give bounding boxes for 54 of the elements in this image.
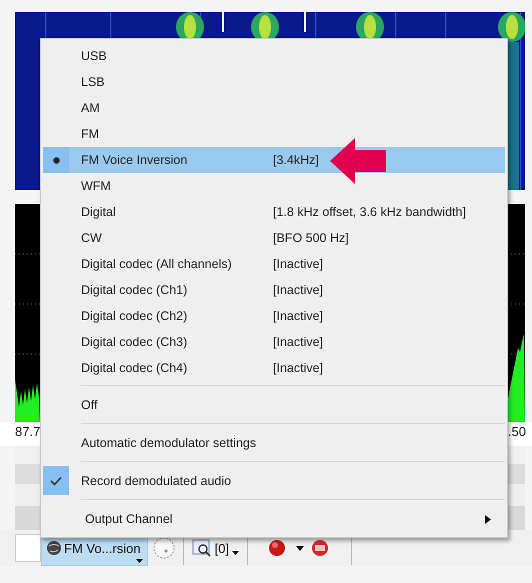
menu-item-label: Digital codec (Ch1) [81,283,188,297]
menu-item-label: WFM [81,179,112,193]
menu-item[interactable]: AM [43,95,505,121]
menu-item[interactable]: Digital codec (Ch1) [Inactive] [43,277,505,303]
menu-item[interactable]: Digital codec (All channels) [Inactive] [43,251,505,277]
menu-item[interactable]: Digital codec (Ch4) [Inactive] [43,355,505,381]
menu-item-label: Digital codec (Ch4) [81,361,188,375]
menu-item-label: USB [81,49,108,63]
check-icon [50,476,62,486]
scale-label: .50 [508,424,526,441]
menu-item-detail: [1.8 kHz offset, 3.6 kHz bandwidth] [273,205,467,219]
menu-item-label: AM [81,101,101,115]
menu-item[interactable]: Off [43,390,505,419]
menu-item-detail: [Inactive] [273,309,324,323]
menu-item-detail: [Inactive] [273,335,324,349]
menu-item-label: LSB [81,75,106,89]
knob-icon[interactable] [150,535,177,561]
radio-dot-icon [52,156,60,164]
menu-item-detail: [3.4kHz] [273,153,320,167]
submenu-arrow-icon [485,514,491,524]
menu-item-detail: [Inactive] [273,283,324,297]
pointer-arrow [330,138,386,184]
menu-item-label: Digital codec (Ch2) [81,309,188,323]
menu-item[interactable]: LSB [43,69,505,95]
menu-item-label: CW [81,231,103,245]
caret-icon [232,551,240,555]
menu-item[interactable]: WFM [43,173,505,199]
zoom-icon [192,539,212,557]
menu-item[interactable]: Automatic demodulator settings [43,428,505,457]
scale-label: 87.7 [15,424,40,441]
menu-item-label: Digital codec (Ch3) [81,335,188,349]
menu-item[interactable]: USB [43,43,505,69]
menu-item-label: Digital codec (All channels) [81,257,233,271]
menu-item[interactable]: FM Voice Inversion [3.4kHz] [43,147,505,173]
menu-item-detail: [BFO 500 Hz] [273,231,350,245]
menu-item[interactable]: Digital [1.8 kHz offset, 3.6 kHz bandwidth] [43,199,505,225]
menu-item-detail: [Inactive] [273,361,324,375]
menu-item-label: FM [81,127,100,141]
menu-item-label: Record demodulated audio [81,474,232,488]
caret-icon [136,559,143,563]
zoom-button[interactable]: [0] [190,539,242,557]
menu-item[interactable]: FM [43,121,505,147]
menu-item[interactable]: Digital codec (Ch2) [Inactive] [43,303,505,329]
menu-item-label: FM Voice Inversion [81,153,188,167]
binary-record-icon[interactable] [311,539,330,557]
menu-item-label: Digital [81,205,117,219]
globe-icon [46,540,62,556]
menu-item[interactable]: Record demodulated audio [43,466,505,495]
caret-icon[interactable] [296,546,304,550]
menu-item[interactable]: CW [BFO 500 Hz] [43,225,505,251]
menu-item-detail: [Inactive] [273,257,324,271]
menu-item[interactable]: Digital codec (Ch3) [Inactive] [43,329,505,355]
input-field[interactable] [15,534,41,562]
record-icon[interactable] [268,539,286,557]
